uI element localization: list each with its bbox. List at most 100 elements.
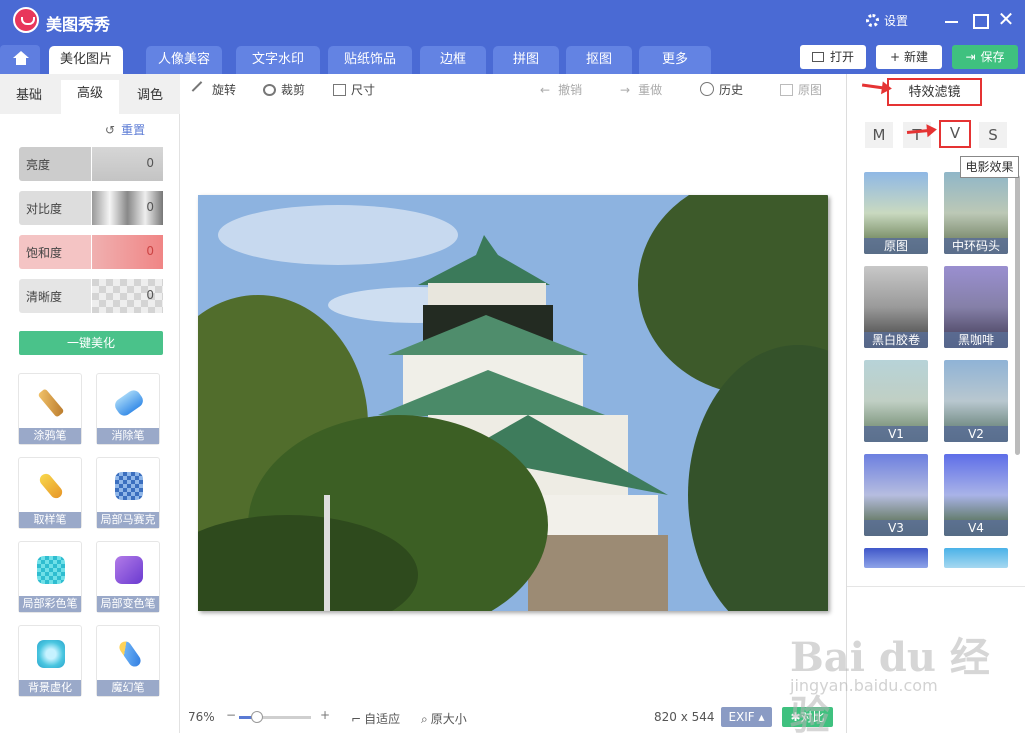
new-button[interactable]: + 新建 xyxy=(876,45,942,69)
tab-border[interactable]: 边框 xyxy=(420,46,486,74)
tab-beautify[interactable]: 美化图片 xyxy=(49,46,123,74)
filter-thumb-partial[interactable] xyxy=(864,548,928,568)
filter-thumb-black-coffee[interactable]: 黑咖啡 xyxy=(944,266,1008,348)
undo-label: 撤销 xyxy=(558,83,583,97)
image-dimensions: 820 x 544 xyxy=(654,710,715,724)
reset-button[interactable]: ↺ 重置 xyxy=(105,121,145,138)
zoom-handle[interactable] xyxy=(251,711,263,723)
status-bar: 76% − + ⌐ 自适应 ⌕ 原大小 820 x 544 EXIF ▴ ✱对比 xyxy=(181,704,845,733)
filter-label: 黑白胶卷 xyxy=(864,332,928,348)
redo-button[interactable]: → 重做 xyxy=(620,81,662,98)
eraser-icon xyxy=(112,387,146,419)
minimize-button[interactable] xyxy=(942,10,962,30)
open-label: 打开 xyxy=(829,50,854,64)
save-button[interactable]: ⇥ 保存 xyxy=(952,45,1018,69)
filter-label: V1 xyxy=(864,426,928,442)
filter-scrollbar[interactable] xyxy=(1015,175,1020,455)
home-button[interactable] xyxy=(0,45,40,74)
undo-button[interactable]: ← 撤销 xyxy=(540,81,582,98)
slider-value: 0 xyxy=(146,200,154,214)
settings-label: 设置 xyxy=(884,14,909,28)
slider-label: 对比度 xyxy=(26,202,63,216)
one-key-beautify-button[interactable]: 一键美化 xyxy=(19,331,163,355)
left-tabs: 基础 高级 调色 xyxy=(0,74,180,114)
slider-value: 0 xyxy=(146,156,154,170)
filter-thumb-bw-film[interactable]: 黑白胶卷 xyxy=(864,266,928,348)
original-button[interactable]: 原图 xyxy=(780,81,822,98)
tool-local-color-pen[interactable]: 局部彩色笔 xyxy=(18,541,82,613)
tool-background-blur[interactable]: 背景虚化 xyxy=(18,625,82,697)
tool-eraser-pen[interactable]: 消除笔 xyxy=(96,373,160,445)
filter-tab-m[interactable]: M xyxy=(865,122,893,148)
reset-icon: ↺ xyxy=(105,123,116,137)
filter-thumb-v1[interactable]: V1 xyxy=(864,360,928,442)
redo-label: 重做 xyxy=(638,83,663,97)
maximize-button[interactable] xyxy=(970,10,990,30)
scissors-icon xyxy=(263,84,276,96)
filter-thumb-v4[interactable]: V4 xyxy=(944,454,1008,536)
filter-thumb-v3[interactable]: V3 xyxy=(864,454,928,536)
filter-label: V3 xyxy=(864,520,928,536)
tool-doodle-pen[interactable]: 涂鸦笔 xyxy=(18,373,82,445)
tool-magic-pen[interactable]: 魔幻笔 xyxy=(96,625,160,697)
slider-label: 亮度 xyxy=(26,158,51,172)
zoom-in-button[interactable]: + xyxy=(320,708,330,722)
exif-button[interactable]: EXIF ▴ xyxy=(721,707,772,727)
tab-stickers[interactable]: 贴纸饰品 xyxy=(328,46,412,74)
tool-label: 局部彩色笔 xyxy=(19,596,81,612)
close-button[interactable]: ✕ xyxy=(996,9,1016,30)
rotate-button[interactable]: 旋转 xyxy=(191,81,236,99)
redo-icon: → xyxy=(620,83,631,97)
sharpness-slider[interactable]: 清晰度 0 xyxy=(19,279,163,313)
fit-button[interactable]: ⌐ 自适应 xyxy=(351,710,400,727)
tab-basic[interactable]: 基础 xyxy=(0,82,58,110)
image-icon xyxy=(780,84,793,96)
filter-thumb-original[interactable]: 原图 xyxy=(864,172,928,254)
tool-local-mosaic[interactable]: 局部马赛克 xyxy=(96,457,160,529)
filter-tab-v[interactable]: V xyxy=(939,120,971,148)
crop-label: 裁剪 xyxy=(281,83,306,97)
tab-portrait[interactable]: 人像美容 xyxy=(146,46,222,74)
filter-thumb-v2[interactable]: V2 xyxy=(944,360,1008,442)
tab-more[interactable]: 更多 xyxy=(639,46,711,74)
tab-collage[interactable]: 拼图 xyxy=(493,46,559,74)
gear-icon xyxy=(866,14,879,27)
actual-size-button[interactable]: ⌕ 原大小 xyxy=(421,710,467,727)
history-label: 历史 xyxy=(719,83,744,97)
rotate-icon xyxy=(191,81,210,99)
size-button[interactable]: 尺寸 xyxy=(333,81,375,98)
settings-button[interactable]: 设置 xyxy=(866,12,908,29)
saturation-slider[interactable]: 饱和度 0 xyxy=(19,235,163,269)
tab-cutout[interactable]: 抠图 xyxy=(566,46,632,74)
tab-advanced[interactable]: 高级 xyxy=(61,80,119,114)
title-bar: 美图秀秀 设置 ✕ xyxy=(0,0,1025,40)
app-logo-icon xyxy=(13,7,39,33)
tab-text[interactable]: 文字水印 xyxy=(236,46,320,74)
filter-tab-tooltip: 电影效果 xyxy=(960,156,1019,178)
filter-thumb-partial[interactable] xyxy=(944,548,1008,568)
panel-divider xyxy=(847,586,1025,587)
slider-value: 0 xyxy=(146,244,154,258)
brightness-slider[interactable]: 亮度 0 xyxy=(19,147,163,181)
filter-tab-s[interactable]: S xyxy=(979,122,1007,148)
contrast-slider[interactable]: 对比度 0 xyxy=(19,191,163,225)
photo-canvas[interactable] xyxy=(198,195,828,611)
tool-label: 取样笔 xyxy=(19,512,81,528)
crop-button[interactable]: 裁剪 xyxy=(263,81,305,98)
tab-color[interactable]: 调色 xyxy=(121,82,179,110)
clock-icon xyxy=(700,82,714,96)
zoom-slider[interactable] xyxy=(239,711,311,723)
export-icon: ⇥ xyxy=(965,50,976,64)
tool-label: 魔幻笔 xyxy=(97,680,159,696)
tool-local-recolor-pen[interactable]: 局部变色笔 xyxy=(96,541,160,613)
open-button[interactable]: 打开 xyxy=(800,45,866,69)
magic-wand-icon xyxy=(117,639,143,669)
filter-thumb-central-pier[interactable]: 中环码头 xyxy=(944,172,1008,254)
history-button[interactable]: 历史 xyxy=(700,81,743,98)
zoom-level: 76% xyxy=(188,710,215,724)
original-label: 原图 xyxy=(798,83,823,97)
tool-sample-pen[interactable]: 取样笔 xyxy=(18,457,82,529)
effect-filter-title[interactable]: 特效滤镜 xyxy=(887,78,982,106)
zoom-out-button[interactable]: − xyxy=(226,708,236,722)
size-label: 尺寸 xyxy=(351,83,376,97)
